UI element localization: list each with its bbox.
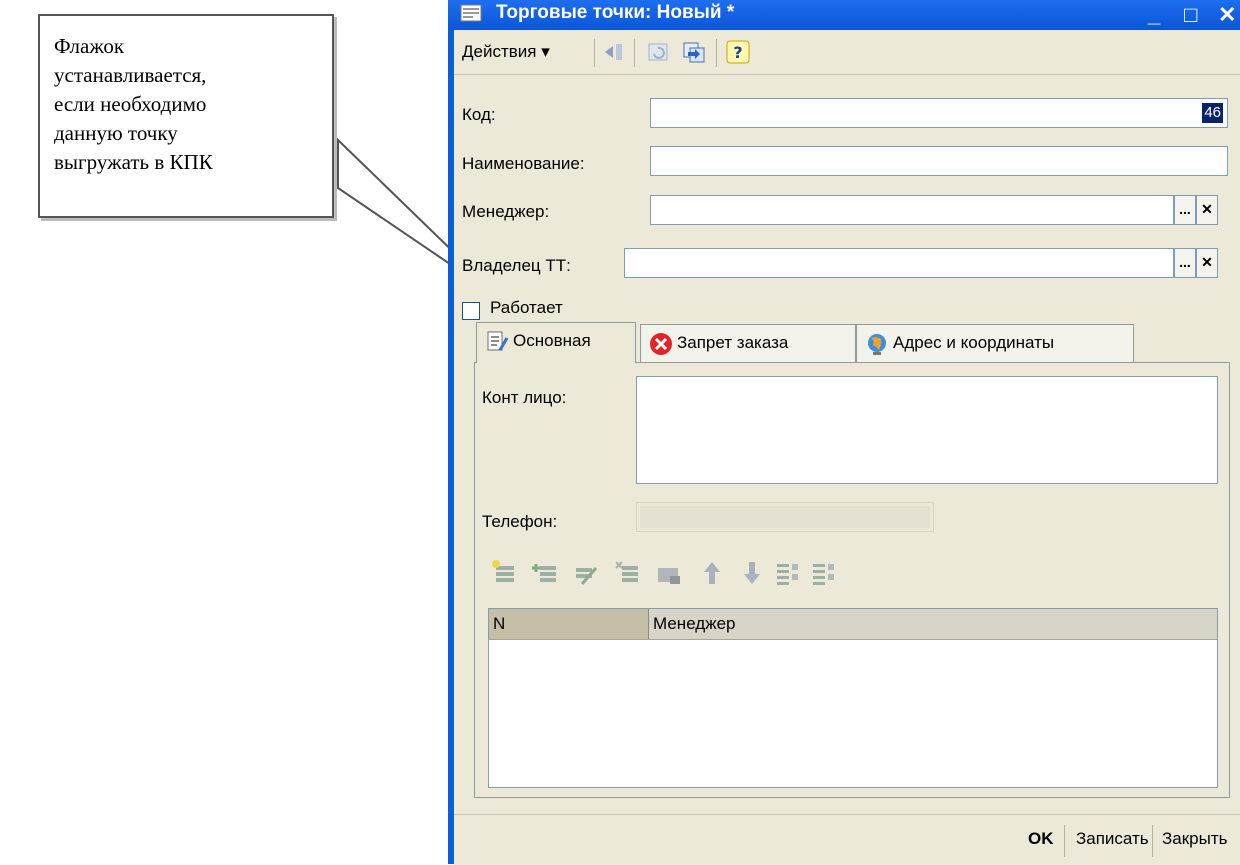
manager-field[interactable] <box>650 195 1174 225</box>
button-separator <box>1064 825 1065 857</box>
add-row-icon[interactable] <box>490 558 518 588</box>
refresh-icon[interactable] <box>646 40 670 64</box>
works-checkbox-label[interactable]: Работает <box>490 298 563 318</box>
delete-row-icon[interactable] <box>614 558 642 588</box>
owner-select-button[interactable]: ... <box>1174 248 1196 278</box>
column-header-manager[interactable]: Менеджер <box>649 609 1217 639</box>
manager-select-button[interactable]: ... <box>1174 195 1196 225</box>
move-up-icon[interactable] <box>698 558 726 588</box>
actions-menu-button[interactable]: Действия ▾ <box>462 42 550 62</box>
tab-main-label: Основная <box>513 331 591 350</box>
toolbar-separator <box>716 39 717 67</box>
title-bar[interactable]: Торговые точки: Новый * _ □ ✕ <box>448 0 1240 30</box>
table-header: N Менеджер <box>489 609 1217 640</box>
contact-label: Конт лицо: <box>482 388 567 407</box>
column-header-n[interactable]: N <box>489 609 649 639</box>
edit-row-icon[interactable] <box>572 558 600 588</box>
globe-icon <box>868 334 886 355</box>
annotation-callout: Флажок устанавливается, если необходимо … <box>38 14 334 218</box>
tab-main[interactable]: Основная <box>476 322 636 363</box>
stop-icon <box>650 333 672 355</box>
document-icon <box>487 331 509 351</box>
manager-clear-button[interactable]: ✕ <box>1196 195 1218 225</box>
window-client-area: Действия ▾ ? Код: 46 Наименование: Менед… <box>454 30 1240 865</box>
works-checkbox[interactable] <box>462 302 480 320</box>
callout-line: устанавливается, <box>54 63 207 87</box>
owner-label: Владелец ТТ: <box>462 256 571 275</box>
tab-address-label: Адрес и координаты <box>893 333 1055 352</box>
button-separator <box>1152 825 1153 857</box>
help-icon[interactable]: ? <box>726 40 750 64</box>
contact-textarea[interactable] <box>636 376 1218 484</box>
name-field[interactable] <box>650 146 1228 176</box>
maximize-button[interactable]: □ <box>1184 2 1197 28</box>
callout-line: Флажок <box>54 34 125 58</box>
sort-desc-icon[interactable] <box>810 558 838 588</box>
code-field[interactable]: 46 <box>650 98 1228 128</box>
callout-line: данную точку <box>54 121 178 145</box>
go-to-icon[interactable] <box>602 40 626 64</box>
form-window: Торговые точки: Новый * _ □ ✕ Действия ▾ <box>448 0 1240 865</box>
form-icon <box>460 4 482 22</box>
callout-line: если необходимо <box>54 92 207 116</box>
exchange-icon[interactable] <box>682 40 706 64</box>
phone-field-inner <box>640 506 930 528</box>
owner-field[interactable] <box>624 248 1174 278</box>
code-label: Код: <box>462 105 496 124</box>
tab-order-ban[interactable]: Запрет заказа <box>640 324 856 362</box>
save-button[interactable]: Записать <box>1076 829 1149 849</box>
ok-button[interactable]: OK <box>1028 829 1054 849</box>
sort-asc-icon[interactable] <box>774 558 802 588</box>
manager-label: Менеджер: <box>462 202 550 221</box>
tab-order-ban-label: Запрет заказа <box>677 333 789 352</box>
end-edit-icon[interactable] <box>654 558 682 588</box>
tab-address[interactable]: Адрес и координаты <box>856 324 1134 362</box>
minimize-button[interactable]: _ <box>1148 2 1160 28</box>
phone-label: Телефон: <box>482 512 558 531</box>
owner-clear-button[interactable]: ✕ <box>1196 248 1218 278</box>
svg-text:?: ? <box>733 43 742 62</box>
managers-table[interactable]: N Менеджер <box>488 608 1218 788</box>
phone-field[interactable] <box>636 502 934 532</box>
code-value: 46 <box>1202 103 1223 123</box>
callout-line: выгружать в КПК <box>54 150 213 174</box>
close-window-button[interactable]: ✕ <box>1218 2 1236 28</box>
toolbar-separator <box>634 39 635 67</box>
toolbar-separator <box>594 39 595 67</box>
toolbar: Действия ▾ ? <box>454 30 1240 75</box>
move-down-icon[interactable] <box>738 558 766 588</box>
close-button[interactable]: Закрыть <box>1162 829 1227 849</box>
window-title: Торговые точки: Новый * <box>496 2 735 23</box>
name-label: Наименование: <box>462 154 585 173</box>
bottom-button-bar: OK Записать Закрыть <box>454 814 1240 865</box>
copy-row-icon[interactable] <box>532 558 560 588</box>
